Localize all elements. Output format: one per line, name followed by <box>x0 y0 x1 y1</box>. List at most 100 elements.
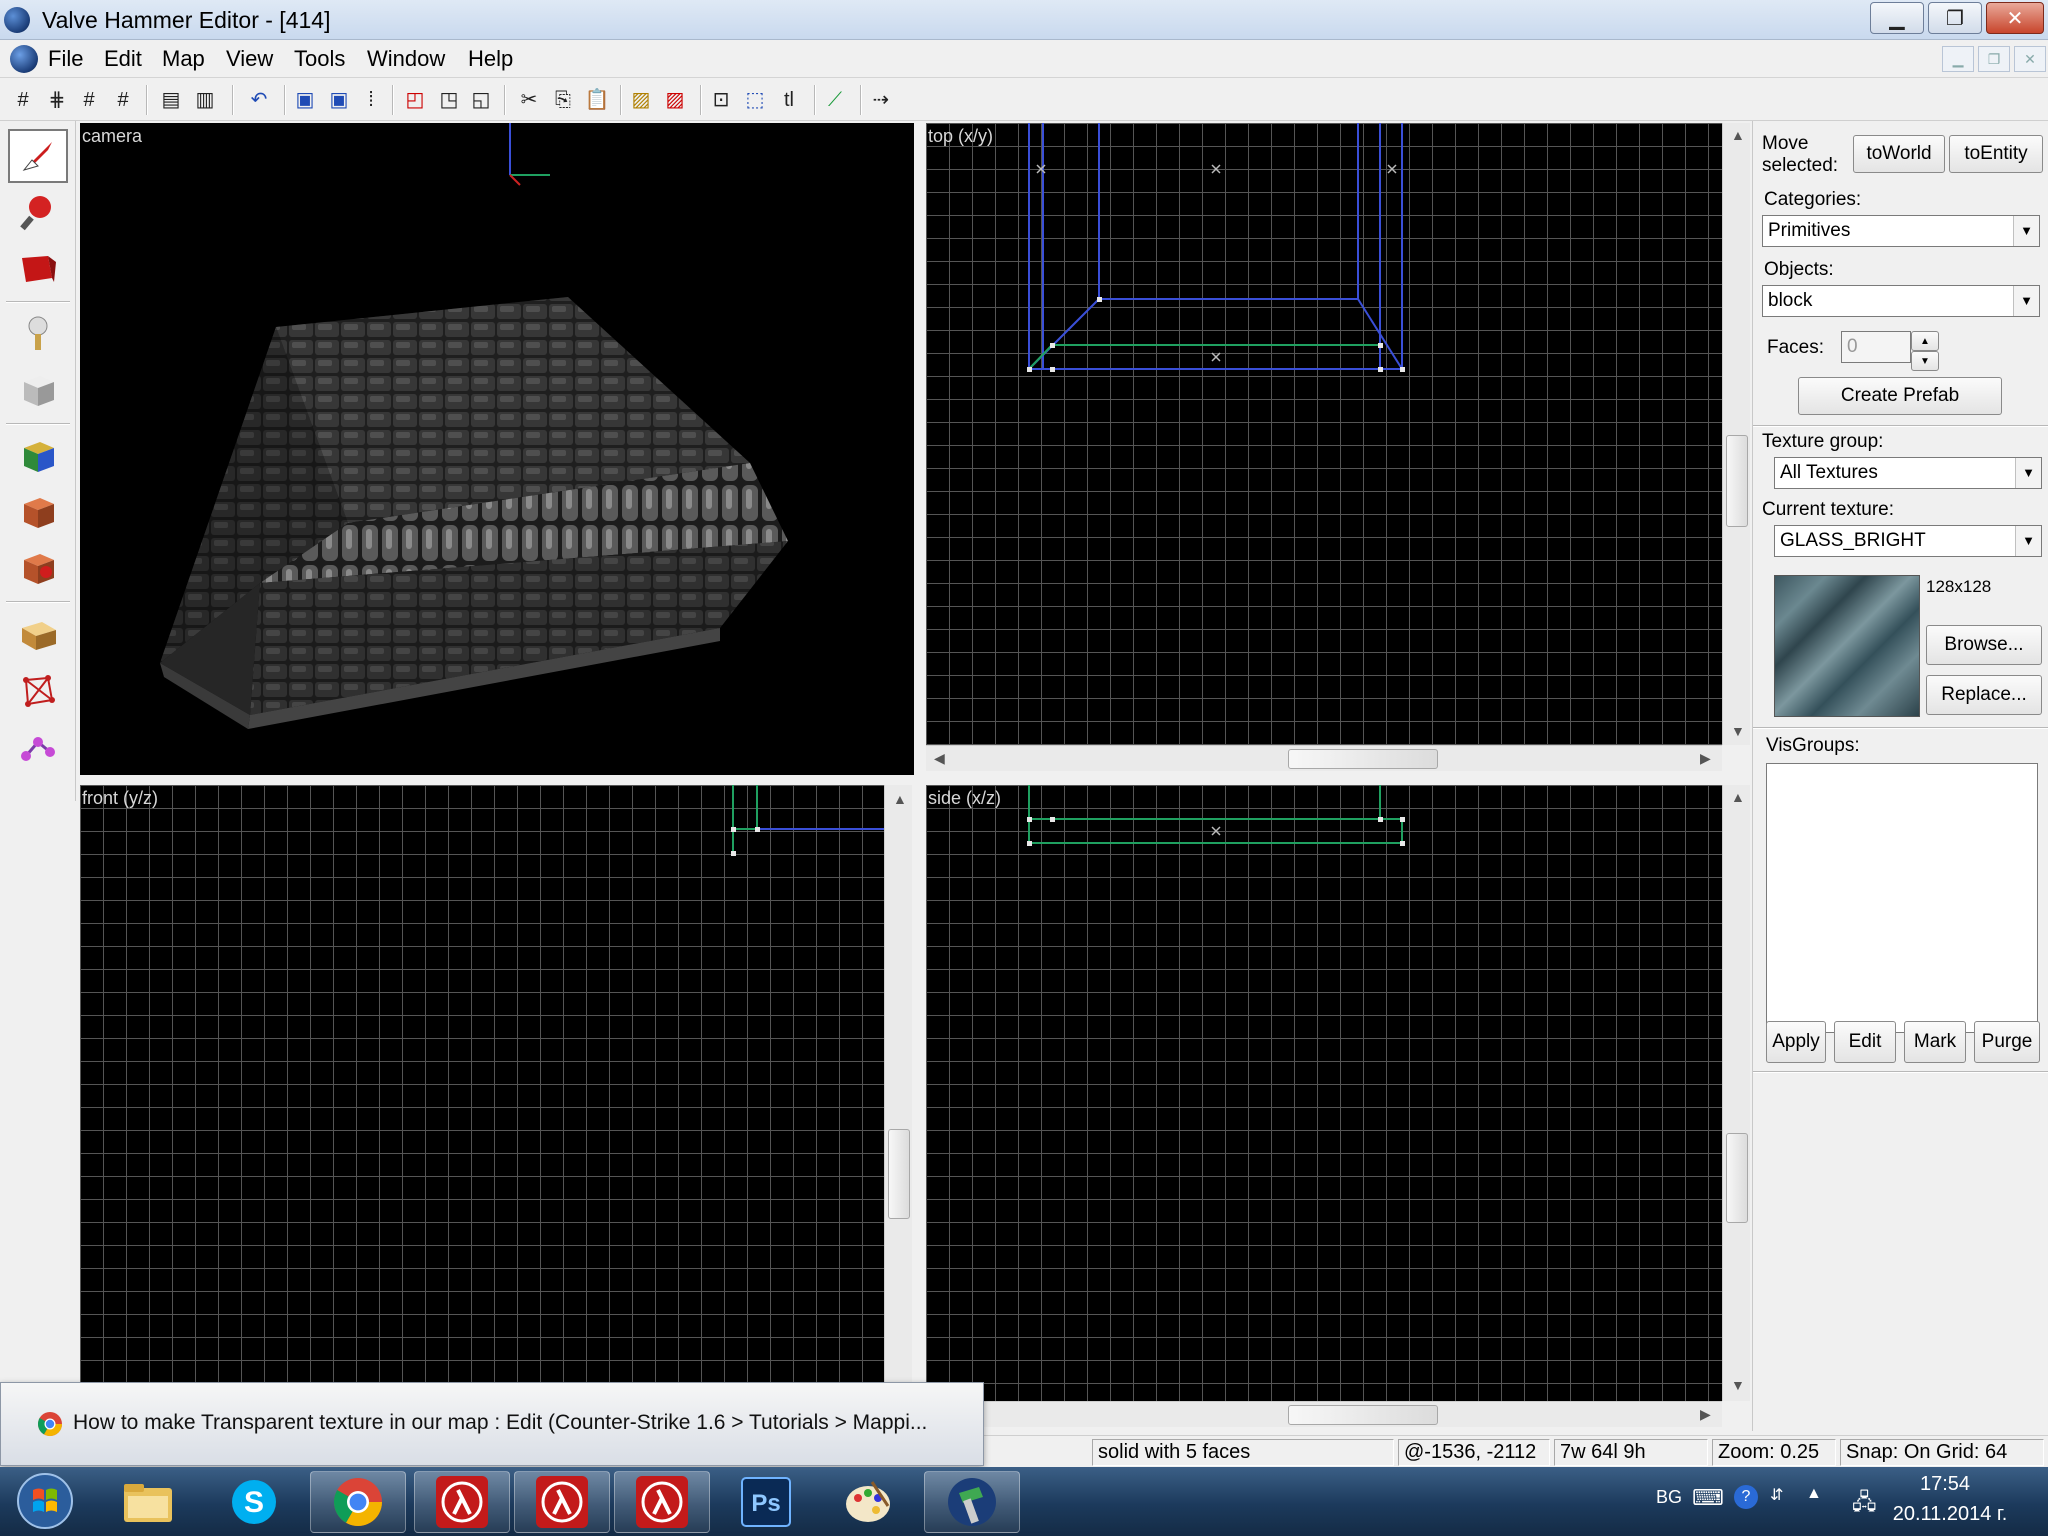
menu-file[interactable]: File <box>48 46 83 72</box>
to-world-button[interactable]: toWorld <box>1853 135 1945 173</box>
faces-spin-down-icon[interactable]: ▼ <box>1911 351 1939 371</box>
grid-3d-icon[interactable]: ⋕ <box>44 87 70 113</box>
menu-edit[interactable]: Edit <box>104 46 142 72</box>
taskbar-half-life-3[interactable] <box>614 1471 710 1533</box>
toolbar: # ⋕ # # ▤ ▥ ↶ ▣ ▣ ⁞ ◰ ◳ ◱ ✂ ⎘ 📋 ▨ ▨ ⊡ ⬚ … <box>0 79 2048 121</box>
decal-tool-icon[interactable] <box>8 541 68 595</box>
hollow-icon[interactable]: ◳ <box>436 87 462 113</box>
texture-group-value: All Textures <box>1780 462 1878 483</box>
selection-tool-icon[interactable] <box>8 129 68 183</box>
faces-input[interactable]: 0 <box>1841 331 1911 363</box>
taskbar-paint[interactable] <box>820 1471 916 1533</box>
help-icon[interactable]: ? <box>1734 1485 1758 1509</box>
taskbar-hammer[interactable] <box>924 1471 1020 1533</box>
vertex-manipulation-tool-icon[interactable] <box>8 663 68 717</box>
create-prefab-button[interactable]: Create Prefab <box>1798 377 2002 415</box>
hide-items-icon[interactable]: ⁞ <box>358 87 384 113</box>
side-viewport-vertical-scrollbar[interactable]: ▲ ▼ <box>1722 785 1750 1401</box>
compile-icon[interactable]: ⇢ <box>868 87 894 113</box>
faces-spin-up-icon[interactable]: ▲ <box>1911 331 1939 351</box>
clock-time[interactable]: 17:54 <box>1880 1473 2010 1496</box>
visgroups-list[interactable] <box>1766 763 2038 1033</box>
taskbar-chrome[interactable] <box>310 1471 406 1533</box>
mark-button[interactable]: Mark <box>1904 1021 1966 1063</box>
texture-application-tool-icon[interactable] <box>8 429 68 483</box>
magnify-tool-icon[interactable] <box>8 185 68 239</box>
cut-icon[interactable]: ✂ <box>516 87 542 113</box>
tray-toggle-icon[interactable]: ⇵ <box>1770 1485 1783 1505</box>
camera-tool-icon[interactable] <box>8 241 68 295</box>
current-texture-select[interactable]: GLASS_BRIGHT ▼ <box>1774 525 2042 557</box>
menu-map[interactable]: Map <box>162 46 205 72</box>
apply-texture-tool-icon[interactable] <box>8 485 68 539</box>
taskbar-explorer[interactable] <box>100 1471 196 1533</box>
objects-select[interactable]: block ▼ <box>1762 285 2040 317</box>
mdi-restore-icon[interactable]: ❐ <box>1978 46 2010 72</box>
top-viewport[interactable]: top (x/y) <box>926 123 1722 745</box>
chevron-down-icon: ▼ <box>2015 526 2041 556</box>
menu-help[interactable]: Help <box>468 46 513 72</box>
load-window-state-icon[interactable]: ▤ <box>158 87 184 113</box>
run-map-icon[interactable]: ⟋ <box>822 87 848 113</box>
side-viewport-horizontal-scrollbar[interactable]: ▶ <box>926 1401 1722 1427</box>
maximize-button[interactable]: ❐ <box>1928 2 1982 34</box>
clipping-tool-icon[interactable] <box>8 607 68 661</box>
select-by-handles-icon[interactable]: ⬚ <box>742 87 768 113</box>
entity-tool-icon[interactable] <box>8 307 68 361</box>
keyboard-icon[interactable]: ⌨ <box>1692 1485 1724 1511</box>
top-viewport-vertical-scrollbar[interactable]: ▲ ▼ <box>1722 123 1750 745</box>
menu-tools[interactable]: Tools <box>294 46 345 72</box>
taskbar-skype[interactable]: S <box>206 1471 302 1533</box>
visgroup-edit-button[interactable]: Edit <box>1834 1021 1896 1063</box>
select-by-box-icon[interactable]: ⊡ <box>708 87 734 113</box>
status-selection: solid with 5 faces <box>1092 1439 1394 1466</box>
texture-lock-toggle-icon[interactable]: tl <box>776 87 802 113</box>
ungroup-icon[interactable]: ▣ <box>326 87 352 113</box>
title-bar: Valve Hammer Editor - [414] ▁ ❐ ✕ <box>0 0 2048 40</box>
grid-toggle-icon[interactable]: # <box>10 87 36 113</box>
to-entity-button[interactable]: toEntity <box>1949 135 2043 173</box>
top-viewport-horizontal-scrollbar[interactable]: ◀ ▶ <box>926 745 1722 771</box>
network-icon[interactable]: 🖧 <box>1852 1485 1877 1523</box>
side-viewport[interactable]: side (x/z) <box>926 785 1722 1401</box>
front-viewport-vertical-scrollbar[interactable]: ▲ <box>884 785 912 1385</box>
show-hidden-icons-icon[interactable]: ▲ <box>1806 1485 1822 1503</box>
front-viewport[interactable]: front (y/z) <box>80 785 884 1385</box>
close-button[interactable]: ✕ <box>1986 2 2044 34</box>
group-icon[interactable]: ▣ <box>292 87 318 113</box>
menu-view[interactable]: View <box>226 46 273 72</box>
taskbar-photoshop[interactable]: Ps <box>718 1471 814 1533</box>
replace-button[interactable]: Replace... <box>1926 675 2042 715</box>
taskbar-half-life-2[interactable] <box>514 1471 610 1533</box>
taskbar-half-life-1[interactable] <box>414 1471 510 1533</box>
path-tool-icon[interactable] <box>8 721 68 775</box>
categories-select[interactable]: Primitives ▼ <box>1762 215 2040 247</box>
clock-date[interactable]: 20.11.2014 г. <box>1880 1503 2020 1526</box>
grid-larger-icon[interactable]: # <box>110 87 136 113</box>
mdi-minimize-icon[interactable]: ▁ <box>1942 46 1974 72</box>
apply-button[interactable]: Apply <box>1766 1021 1826 1063</box>
popup-page-title: How to make Transparent texture in our m… <box>73 1411 928 1434</box>
carve-icon[interactable]: ◰ <box>402 87 428 113</box>
cordon-icon[interactable]: ◱ <box>468 87 494 113</box>
texture-scale-icon[interactable]: ▨ <box>662 87 688 113</box>
minimize-button[interactable]: ▁ <box>1870 2 1924 34</box>
browse-button[interactable]: Browse... <box>1926 625 2042 665</box>
menu-window[interactable]: Window <box>367 46 445 72</box>
save-window-state-icon[interactable]: ▥ <box>192 87 218 113</box>
document-icon[interactable] <box>10 45 38 73</box>
purge-button[interactable]: Purge <box>1974 1021 2040 1063</box>
taskbar-preview-popup[interactable]: How to make Transparent texture in our m… <box>0 1382 984 1466</box>
tray-language[interactable]: BG <box>1656 1487 1682 1508</box>
start-button[interactable] <box>4 1469 86 1533</box>
grid-smaller-icon[interactable]: # <box>76 87 102 113</box>
undo-icon[interactable]: ↶ <box>246 87 272 113</box>
texture-lock-icon[interactable]: ▨ <box>628 87 654 113</box>
camera-viewport[interactable]: camera <box>80 123 914 775</box>
mdi-close-icon[interactable]: ✕ <box>2014 46 2046 72</box>
texture-group-select[interactable]: All Textures ▼ <box>1774 457 2042 489</box>
block-tool-icon[interactable] <box>8 363 68 417</box>
paste-icon[interactable]: 📋 <box>584 87 610 113</box>
copy-icon[interactable]: ⎘ <box>550 87 576 113</box>
categories-label: Categories: <box>1764 189 1862 210</box>
